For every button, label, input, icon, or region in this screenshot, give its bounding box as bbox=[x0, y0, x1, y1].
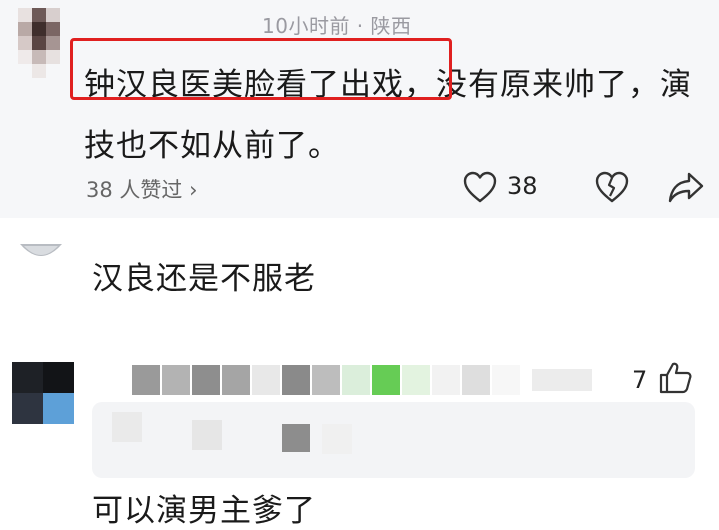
blurred-username-meta bbox=[132, 365, 600, 395]
heart-outline-icon[interactable] bbox=[462, 170, 498, 204]
broken-heart-icon[interactable] bbox=[594, 170, 630, 204]
share-arrow-icon[interactable] bbox=[666, 170, 706, 204]
blurred-reply-box bbox=[92, 402, 695, 478]
comment-text: 汉良还是不服老 bbox=[92, 261, 316, 297]
like-count: 38 bbox=[507, 172, 538, 200]
user-avatar[interactable] bbox=[12, 362, 74, 424]
thumbs-up-icon[interactable] bbox=[658, 360, 694, 396]
comment-meta: 10小时前 · 陕西 bbox=[262, 14, 412, 38]
user-avatar[interactable] bbox=[20, 244, 62, 268]
user-avatar[interactable] bbox=[18, 8, 60, 78]
comment-text: 可以演男主爹了 bbox=[92, 493, 316, 529]
like-count: 7 bbox=[632, 366, 648, 394]
highlight-box bbox=[70, 38, 452, 100]
liked-by-link[interactable]: 38 人赞过 › bbox=[86, 174, 197, 204]
